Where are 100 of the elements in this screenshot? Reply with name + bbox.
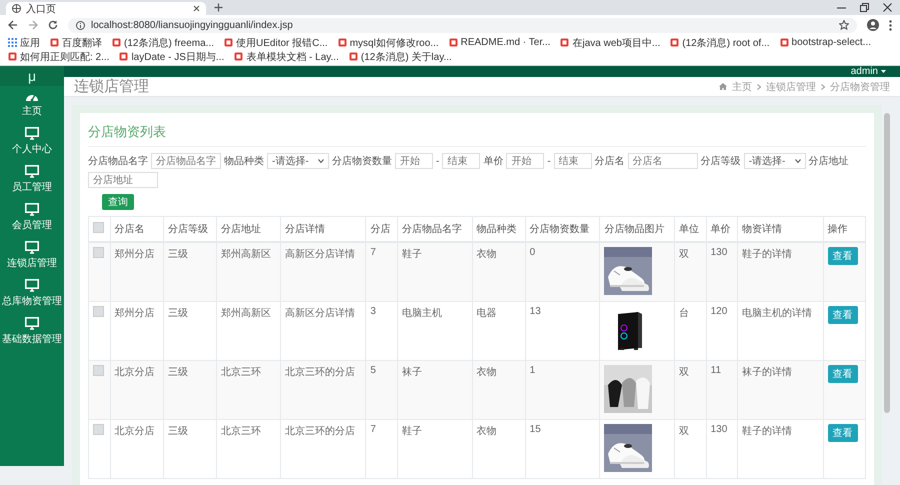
- bookmark[interactable]: 使用UEditor 报错C...: [224, 36, 328, 49]
- input-field[interactable]: 分店地址: [88, 172, 158, 188]
- bookmark[interactable]: layDate - JS日期与...: [119, 50, 224, 63]
- table-cell: 鞋子: [397, 242, 472, 302]
- sidebar-item[interactable]: 个人中心: [0, 122, 64, 160]
- restore-icon[interactable]: [860, 3, 869, 12]
- star-icon[interactable]: [839, 20, 849, 30]
- input-field[interactable]: 开始: [506, 153, 544, 169]
- bookmark[interactable]: 应用: [8, 36, 40, 49]
- input-field[interactable]: 开始: [395, 153, 433, 169]
- select-field[interactable]: -请选择-: [744, 153, 806, 169]
- sidebar-item[interactable]: 主页: [0, 86, 64, 122]
- chevron-down-icon: [318, 159, 324, 163]
- range-separator: -: [436, 156, 440, 166]
- plus-icon[interactable]: [214, 3, 223, 12]
- monitor-icon: [25, 203, 39, 216]
- monitor-icon: [25, 317, 39, 330]
- table-cell: 7: [366, 420, 398, 478]
- more-icon[interactable]: [889, 20, 892, 30]
- checkbox[interactable]: [93, 247, 104, 258]
- bookmark[interactable]: (12条消息) 关于lay...: [348, 50, 452, 63]
- bookmark[interactable]: bootstrap-select...: [780, 36, 872, 49]
- bookmark[interactable]: 表单模块文档 - Lay...: [234, 50, 339, 63]
- table-cell: 双: [674, 420, 706, 478]
- input-field[interactable]: 结束: [554, 153, 592, 169]
- checkbox[interactable]: [93, 306, 104, 317]
- page-icon: [8, 52, 17, 61]
- close-icon[interactable]: [193, 5, 200, 12]
- reload-icon[interactable]: [48, 20, 58, 30]
- table-cell: 高新区分店详情: [280, 242, 366, 302]
- table-cell: 15: [525, 420, 600, 478]
- select-field[interactable]: -请选择-: [267, 153, 329, 169]
- table-cell: 郑州高新区: [216, 242, 280, 302]
- table-cell: 双: [674, 360, 706, 420]
- monitor-icon: [25, 279, 39, 292]
- address-bar[interactable]: localhost:8080/liansuojingyingguanli/index.jsp: [68, 18, 857, 32]
- table-cell: 0: [525, 242, 600, 302]
- checkbox[interactable]: [93, 365, 104, 376]
- field-label: 分店物资数量: [332, 154, 392, 168]
- page-icon: [560, 38, 570, 47]
- query-button[interactable]: 查询: [102, 194, 134, 210]
- table-cell: 双: [674, 242, 706, 302]
- list-title: 分店物资列表: [88, 119, 866, 147]
- input-field[interactable]: 结束: [442, 153, 480, 169]
- table-cell: 北京分店: [110, 420, 164, 478]
- checkbox[interactable]: [93, 222, 104, 233]
- field-label: 分店地址: [808, 154, 849, 168]
- field-label: 分店名: [594, 154, 625, 168]
- back-arrow-icon[interactable]: [8, 20, 18, 30]
- table-cell: 11: [706, 360, 738, 420]
- table-cell: 三级: [163, 242, 216, 302]
- chevron-icon: [821, 84, 825, 90]
- scrollbar[interactable]: [884, 113, 890, 413]
- bookmark[interactable]: 如何用正则匹配: 2...: [8, 50, 110, 63]
- page-icon: [448, 38, 458, 47]
- home-icon: [719, 83, 727, 90]
- caret-icon: [881, 70, 886, 73]
- field-label: 单价: [483, 154, 504, 168]
- logo: μ: [0, 66, 64, 86]
- table-cell: 北京分店: [110, 360, 164, 420]
- monitor-icon: [25, 165, 39, 178]
- table-cell: 1: [525, 360, 600, 420]
- user-menu[interactable]: admin: [850, 66, 886, 77]
- table-cell: 衣物: [472, 242, 526, 302]
- bookmark[interactable]: 在java web项目中...: [560, 36, 660, 49]
- bookmark[interactable]: (12条消息) root of...: [670, 36, 770, 49]
- sidebar-item[interactable]: 基础数据管理: [0, 312, 64, 350]
- page-icon: [670, 38, 680, 47]
- table-cell: 130: [706, 242, 738, 302]
- table-cell: 5: [366, 360, 398, 420]
- table-cell: 衣物: [472, 360, 526, 420]
- field-label: 分店物品名字: [88, 154, 148, 168]
- table-cell: 衣物: [472, 420, 526, 478]
- input-field[interactable]: 分店物品名字: [151, 153, 221, 169]
- page-title: 连锁店管理: [74, 77, 150, 96]
- monitor-icon: [25, 127, 39, 140]
- sidebar-item[interactable]: 连锁店管理: [0, 236, 64, 274]
- profile-icon[interactable]: [867, 19, 879, 31]
- table-cell: 北京三环: [216, 360, 280, 420]
- chevron-icon: [757, 84, 761, 90]
- browser-tab[interactable]: 入口页: [6, 2, 206, 15]
- table-cell: 袜子的详情: [738, 360, 824, 420]
- input-field[interactable]: 分店名: [628, 153, 698, 169]
- table-cell: 北京三环: [216, 420, 280, 478]
- sidebar-item[interactable]: 会员管理: [0, 198, 64, 236]
- table-cell: 袜子: [397, 360, 472, 420]
- url-text: localhost:8080/liansuojingyingguanli/index.jsp: [91, 20, 294, 30]
- checkbox[interactable]: [93, 424, 104, 435]
- page-icon: [780, 38, 789, 47]
- sidebar-item[interactable]: 员工管理: [0, 160, 64, 198]
- close-icon[interactable]: [883, 3, 892, 12]
- sidebar-item[interactable]: 总库物资管理: [0, 274, 64, 312]
- bookmark[interactable]: (12条消息) freema...: [112, 36, 214, 49]
- bookmark[interactable]: README.md · Ter...: [448, 36, 550, 49]
- bookmark[interactable]: mysql如何修改roo...: [338, 36, 439, 49]
- field-label: 物品种类: [224, 154, 264, 168]
- apps-grid-icon: [8, 38, 17, 47]
- globe-icon: [12, 4, 21, 13]
- bookmark[interactable]: 百度翻译: [50, 36, 102, 49]
- table-cell: 三级: [163, 360, 216, 420]
